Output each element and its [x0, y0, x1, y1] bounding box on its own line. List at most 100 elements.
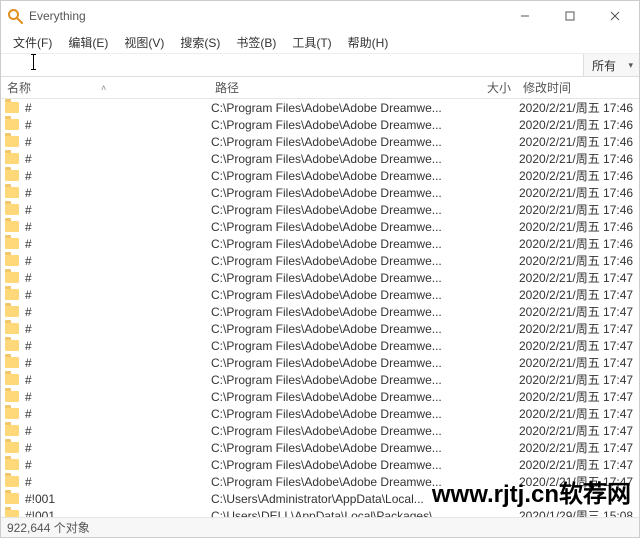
folder-icon [5, 255, 19, 266]
folder-icon [5, 323, 19, 334]
table-row[interactable]: # C:\Program Files\Adobe\Adobe Dreamwe...… [1, 371, 639, 388]
table-row[interactable]: #C:\Program Files\Adobe\Adobe Dreamwe...… [1, 473, 639, 490]
table-row[interactable]: # C:\Program Files\Adobe\Adobe Dreamwe...… [1, 269, 639, 286]
status-text: 922,644 个对象 [7, 519, 90, 536]
result-list[interactable]: # C:\Program Files\Adobe\Adobe Dreamwe...… [1, 99, 639, 529]
row-date: 2020/2/21/周五 17:46 [519, 252, 639, 269]
menu-tools[interactable]: 工具(T) [284, 32, 339, 53]
table-row[interactable]: #C:\Program Files\Adobe\Adobe Dreamwe...… [1, 439, 639, 456]
table-row[interactable]: #!001 C:\Users\Administrator\AppData\Loca… [1, 490, 639, 507]
table-row[interactable]: #C:\Program Files\Adobe\Adobe Dreamwe...… [1, 303, 639, 320]
menu-view[interactable]: 视图(V) [116, 32, 172, 53]
menu-bookmark[interactable]: 书签(B) [228, 32, 284, 53]
row-path: C:\Program Files\Adobe\Adobe Dreamwe... [211, 390, 461, 404]
row-date: 2020/2/21/周五 17:47 [519, 354, 639, 371]
window-title: Everything [29, 9, 86, 23]
row-date: 2020/2/21/周五 17:46 [519, 218, 639, 235]
row-date: 2020/2/21/周五 17:46 [519, 167, 639, 184]
menu-file[interactable]: 文件(F) [5, 32, 60, 53]
row-path: C:\Program Files\Adobe\Adobe Dreamwe... [211, 271, 461, 285]
chevron-down-icon: ▾ [628, 60, 633, 71]
minimize-button[interactable] [502, 2, 547, 30]
table-row[interactable]: #C:\Program Files\Adobe\Adobe Dreamwe...… [1, 201, 639, 218]
row-date: 2020/2/21/周五 17:46 [519, 99, 639, 116]
row-date: 2020/2/21/周五 17:47 [519, 388, 639, 405]
row-date: 2020/2/21/周五 17:47 [519, 422, 639, 439]
row-path: C:\Users\Administrator\AppData\Local... [211, 492, 461, 506]
column-headers: 名称 ˄ 路径 大小 修改时间 [1, 77, 639, 99]
table-row[interactable]: #C:\Program Files\Adobe\Adobe Dreamwe...… [1, 405, 639, 422]
table-row[interactable]: #C:\Program Files\Adobe\Adobe Dreamwe...… [1, 133, 639, 150]
folder-icon [5, 476, 19, 487]
folder-icon [5, 289, 19, 300]
row-path: C:\Program Files\Adobe\Adobe Dreamwe... [211, 458, 461, 472]
folder-icon [5, 238, 19, 249]
row-date: 2020/2/21/周五 17:47 [519, 303, 639, 320]
row-date: 2020/2/21/周五 17:47 [519, 473, 639, 490]
folder-icon [5, 306, 19, 317]
row-name: # [25, 271, 32, 285]
menu-search[interactable]: 搜索(S) [172, 32, 228, 53]
table-row[interactable]: # C:\Program Files\Adobe\Adobe Dreamwe...… [1, 337, 639, 354]
row-name: # [25, 441, 32, 455]
row-path: C:\Program Files\Adobe\Adobe Dreamwe... [211, 356, 461, 370]
menubar: 文件(F) 编辑(E) 视图(V) 搜索(S) 书签(B) 工具(T) 帮助(H… [1, 31, 639, 53]
row-name: # [25, 373, 32, 387]
row-name: # [25, 322, 32, 336]
table-row[interactable]: #C:\Program Files\Adobe\Adobe Dreamwe...… [1, 116, 639, 133]
row-date: 2020/2/21/周五 17:46 [519, 133, 639, 150]
row-name: # [25, 288, 32, 302]
search-input[interactable] [1, 54, 583, 76]
header-date[interactable]: 修改时间 [519, 79, 639, 96]
table-row[interactable]: #C:\Program Files\Adobe\Adobe Dreamwe...… [1, 422, 639, 439]
folder-icon [5, 442, 19, 453]
folder-icon [5, 204, 19, 215]
table-row[interactable]: #C:\Program Files\Adobe\Adobe Dreamwe...… [1, 252, 639, 269]
row-path: C:\Program Files\Adobe\Adobe Dreamwe... [211, 339, 461, 353]
folder-icon [5, 408, 19, 419]
row-name: # [25, 305, 32, 319]
row-name: # [25, 407, 32, 421]
filter-dropdown[interactable]: 所有 ▾ [583, 54, 639, 76]
filter-label: 所有 [592, 57, 616, 74]
table-row[interactable]: #C:\Program Files\Adobe\Adobe Dreamwe...… [1, 184, 639, 201]
table-row[interactable]: #C:\Program Files\Adobe\Adobe Dreamwe...… [1, 354, 639, 371]
toolbar: 所有 ▾ [1, 53, 639, 77]
row-name: # [25, 458, 32, 472]
folder-icon [5, 425, 19, 436]
header-size[interactable]: 大小 [461, 79, 519, 96]
header-name[interactable]: 名称 ˄ [1, 79, 211, 96]
folder-icon [5, 272, 19, 283]
table-row[interactable]: #C:\Program Files\Adobe\Adobe Dreamwe...… [1, 320, 639, 337]
row-name: # [25, 339, 32, 353]
row-path: C:\Program Files\Adobe\Adobe Dreamwe... [211, 288, 461, 302]
menu-help[interactable]: 帮助(H) [340, 32, 397, 53]
table-row[interactable]: #C:\Program Files\Adobe\Adobe Dreamwe...… [1, 167, 639, 184]
table-row[interactable]: #C:\Program Files\Adobe\Adobe Dreamwe...… [1, 235, 639, 252]
table-row[interactable]: # C:\Program Files\Adobe\Adobe Dreamwe...… [1, 456, 639, 473]
row-path: C:\Program Files\Adobe\Adobe Dreamwe... [211, 152, 461, 166]
table-row[interactable]: #C:\Program Files\Adobe\Adobe Dreamwe...… [1, 99, 639, 116]
row-path: C:\Program Files\Adobe\Adobe Dreamwe... [211, 237, 461, 251]
table-row[interactable]: # C:\Program Files\Adobe\Adobe Dreamwe...… [1, 150, 639, 167]
folder-icon [5, 170, 19, 181]
menu-edit[interactable]: 编辑(E) [60, 32, 116, 53]
row-date: 2020/2/21/周五 17:46 [519, 150, 639, 167]
row-name: # [25, 424, 32, 438]
folder-icon [5, 374, 19, 385]
table-row[interactable]: # C:\Program Files\Adobe\Adobe Dreamwe...… [1, 286, 639, 303]
table-row[interactable]: #C:\Program Files\Adobe\Adobe Dreamwe...… [1, 388, 639, 405]
table-row[interactable]: #C:\Program Files\Adobe\Adobe Dreamwe...… [1, 218, 639, 235]
row-path: C:\Program Files\Adobe\Adobe Dreamwe... [211, 220, 461, 234]
window-controls [502, 2, 637, 30]
folder-icon [5, 153, 19, 164]
row-name: # [25, 152, 32, 166]
row-date: 2020/2/21/周五 17:47 [519, 439, 639, 456]
row-name: # [25, 135, 32, 149]
row-name: #!001 [25, 492, 55, 506]
close-button[interactable] [592, 2, 637, 30]
row-path: C:\Program Files\Adobe\Adobe Dreamwe... [211, 373, 461, 387]
maximize-button[interactable] [547, 2, 592, 30]
row-date: 2020/2/21/周五 17:46 [519, 184, 639, 201]
header-path[interactable]: 路径 [211, 79, 461, 96]
